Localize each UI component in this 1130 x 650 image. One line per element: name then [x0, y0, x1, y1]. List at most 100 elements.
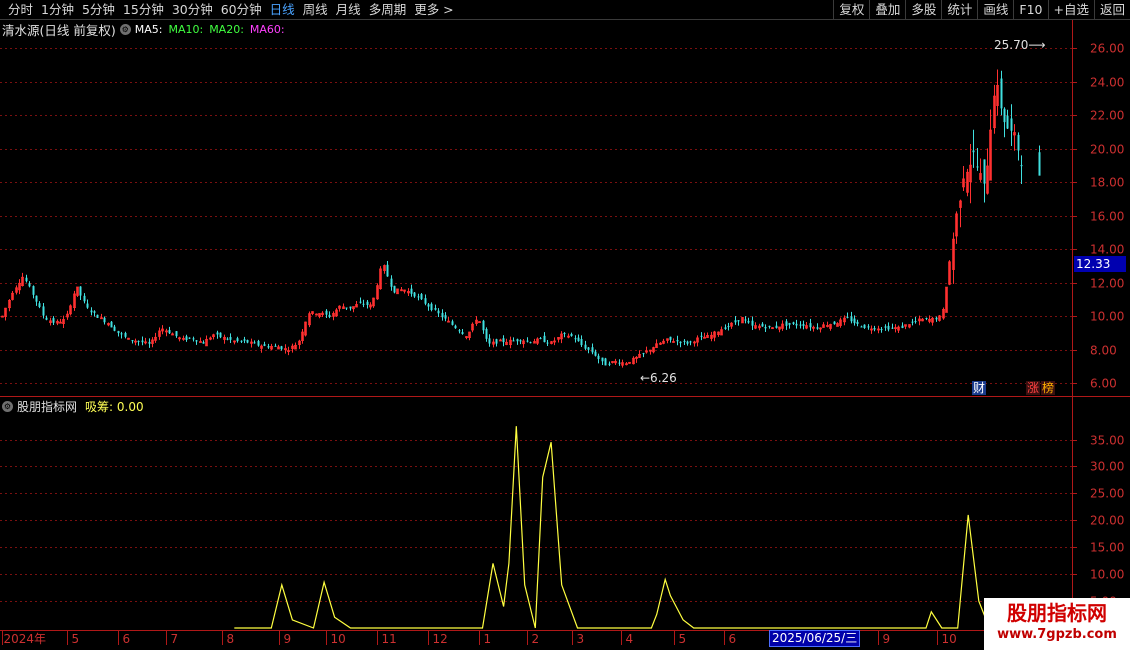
settings-icon[interactable]: ⚙ — [2, 400, 13, 412]
candle-body — [120, 333, 123, 335]
watermark-url: www.7gpzb.com — [997, 627, 1117, 642]
candle-body — [35, 295, 38, 302]
candle-body — [512, 340, 515, 342]
x-axis-label: 5 — [72, 632, 80, 646]
main-panel-header: 清水源(日线 前复权) ⚙ MA5: MA10: MA20: MA60: — [2, 21, 291, 38]
candle-body — [1020, 165, 1023, 167]
candle-body — [124, 333, 127, 337]
candle-body — [587, 347, 590, 350]
period-intraday[interactable]: 分时 — [4, 0, 37, 19]
finance-tag[interactable]: 财 — [972, 381, 987, 395]
high-price-label: 25.70⟶ — [994, 38, 1046, 52]
add-watchlist-button[interactable]: +自选 — [1047, 0, 1094, 19]
candle-body — [263, 344, 266, 346]
main-y-tick-label: 10.00 — [1090, 310, 1124, 324]
candle-body — [430, 303, 433, 310]
candle-body — [526, 340, 529, 342]
candle-body — [809, 323, 812, 328]
candle-body — [601, 357, 604, 362]
candle-body — [761, 323, 764, 327]
x-axis-label: 11 — [382, 632, 397, 646]
candle-body — [441, 312, 444, 318]
candle-body — [393, 285, 396, 293]
chart-canvas[interactable]: 6.008.0010.0012.0014.0016.0018.0020.0022… — [0, 0, 1130, 650]
candle-body — [325, 310, 328, 315]
candle-body — [570, 333, 573, 337]
period-5min[interactable]: 5分钟 — [78, 0, 119, 19]
candle-body — [420, 294, 423, 300]
main-y-tick-label: 20.00 — [1090, 143, 1124, 157]
candle-body — [901, 325, 904, 329]
candle-body — [744, 319, 747, 321]
candle-body — [863, 324, 866, 329]
period-15min[interactable]: 15分钟 — [119, 0, 168, 19]
period-monthly[interactable]: 月线 — [332, 0, 365, 19]
candle-body — [229, 337, 232, 340]
draw-line-button[interactable]: 画线 — [977, 0, 1013, 19]
candle-body — [925, 318, 928, 320]
candle-body — [546, 342, 549, 344]
main-y-tick-label: 8.00 — [1090, 344, 1117, 358]
period-1min[interactable]: 1分钟 — [37, 0, 78, 19]
candle-body — [410, 288, 413, 294]
candle-body — [935, 317, 938, 320]
candle-body — [86, 303, 89, 308]
candle-body — [25, 277, 28, 282]
candle-body — [976, 166, 979, 168]
stats-button[interactable]: 统计 — [941, 0, 977, 19]
ranking-tag[interactable]: 榜 — [1041, 381, 1056, 395]
candle-body — [669, 336, 672, 340]
x-axis-label: 10 — [331, 632, 346, 646]
candle-body — [148, 341, 151, 344]
x-axis-label: 2024年 — [4, 632, 47, 646]
period-weekly[interactable]: 周线 — [299, 0, 332, 19]
candle-body — [802, 324, 805, 326]
candle-body — [580, 339, 583, 346]
candle-body — [482, 320, 485, 331]
ma5-label: MA5: — [134, 22, 163, 36]
period-multi[interactable]: 多周期 — [365, 0, 411, 19]
candle-body — [168, 329, 171, 334]
back-button[interactable]: 返回 — [1093, 0, 1130, 19]
candle-body — [38, 303, 41, 308]
candle-body — [359, 301, 362, 303]
indicator-y-tick-label: 25.00 — [1090, 487, 1124, 501]
candle-body — [349, 306, 352, 309]
candle-body — [454, 325, 457, 329]
overlay-button[interactable]: 叠加 — [869, 0, 905, 19]
candle-body — [788, 322, 791, 325]
candle-body — [608, 363, 611, 365]
main-y-tick-label: 22.00 — [1090, 109, 1124, 123]
candle-body — [413, 292, 416, 297]
multi-stock-button[interactable]: 多股 — [905, 0, 941, 19]
period-daily[interactable]: 日线 — [266, 0, 299, 19]
candle-body — [867, 326, 870, 328]
candle-body — [226, 338, 229, 340]
candle-body — [495, 339, 498, 344]
f10-button[interactable]: F10 — [1013, 0, 1047, 19]
period-30min[interactable]: 30分钟 — [168, 0, 217, 19]
candle-body — [219, 332, 222, 338]
candle-body — [444, 315, 447, 319]
candle-body — [488, 338, 491, 344]
candle-body — [597, 355, 600, 360]
candle-body — [563, 332, 566, 334]
candle-body — [246, 340, 249, 343]
period-more[interactable]: 更多 > — [410, 0, 457, 19]
settings-icon[interactable]: ⚙ — [119, 23, 131, 35]
candle-body — [891, 327, 894, 329]
limit-up-tag[interactable]: 涨 — [1026, 381, 1041, 395]
candle-body — [274, 345, 277, 347]
adjust-button[interactable]: 复权 — [833, 0, 869, 19]
x-axis-label: 5 — [679, 632, 687, 646]
candle-body — [117, 330, 120, 334]
candle-body — [914, 321, 917, 323]
toolbar: 分时 1分钟 5分钟 15分钟 30分钟 60分钟 日线 周线 月线 多周期 更… — [0, 0, 1130, 20]
candle-body — [202, 342, 205, 344]
candle-body — [52, 318, 55, 323]
period-60min[interactable]: 60分钟 — [217, 0, 266, 19]
candle-body — [911, 321, 914, 323]
candle-body — [28, 283, 31, 287]
candle-body — [253, 342, 256, 344]
candle-body — [856, 321, 859, 324]
